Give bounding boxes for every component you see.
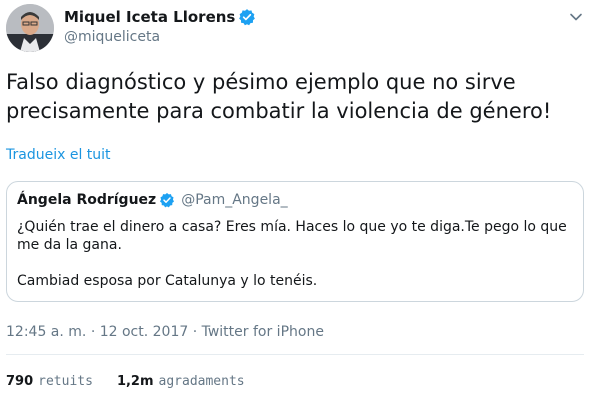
tweet-text: Falso diagnóstico y pésimo ejemplo que n… xyxy=(6,68,576,126)
quoted-tweet[interactable]: Ángela Rodríguez @Pam_Angela_ ¿Quién tra… xyxy=(6,181,584,302)
retweets-count: 790 xyxy=(6,374,34,389)
quoted-author-handle: @Pam_Angela_ xyxy=(181,192,288,208)
likes-count: 1,2m xyxy=(116,374,154,389)
divider xyxy=(6,354,584,355)
author-name[interactable]: Miquel Iceta Llorens xyxy=(64,8,235,26)
likes-stat[interactable]: 1,2m agradaments xyxy=(117,374,245,389)
author-handle[interactable]: @miqueliceta xyxy=(64,29,160,45)
verified-badge-icon xyxy=(159,192,175,208)
quoted-tweet-text: ¿Quién trae el dinero a casa? Eres mía. … xyxy=(17,218,572,290)
quoted-text-paragraph: ¿Quién trae el dinero a casa? Eres mía. … xyxy=(17,219,567,253)
quoted-tweet-header: Ángela Rodríguez @Pam_Angela_ xyxy=(17,192,288,208)
quoted-text-paragraph: Cambiad esposa por Catalunya y lo tenéis… xyxy=(17,273,318,289)
avatar[interactable] xyxy=(6,4,54,52)
translate-link[interactable]: Tradueix el tuit xyxy=(6,147,111,163)
tweet-text-line: precisamente para combatir la violencia … xyxy=(6,99,552,123)
verified-badge-icon xyxy=(238,8,256,26)
tweet-timestamp[interactable]: 12:45 a. m. · 12 oct. 2017 · Twitter for… xyxy=(6,324,324,340)
chevron-down-icon[interactable] xyxy=(569,9,583,23)
author-name-row: Miquel Iceta Llorens xyxy=(64,8,256,26)
quoted-author-name: Ángela Rodríguez xyxy=(17,192,157,208)
tweet-card: Miquel Iceta Llorens @miqueliceta Falso … xyxy=(0,0,589,401)
tweet-text-line: Falso diagnóstico y pésimo ejemplo que n… xyxy=(6,70,516,94)
likes-label: agradaments xyxy=(158,374,245,389)
tweet-stats: 790 retuits 1,2m agradaments xyxy=(6,374,245,389)
retweets-label: retuits xyxy=(38,374,93,389)
retweets-stat[interactable]: 790 retuits xyxy=(6,374,93,389)
